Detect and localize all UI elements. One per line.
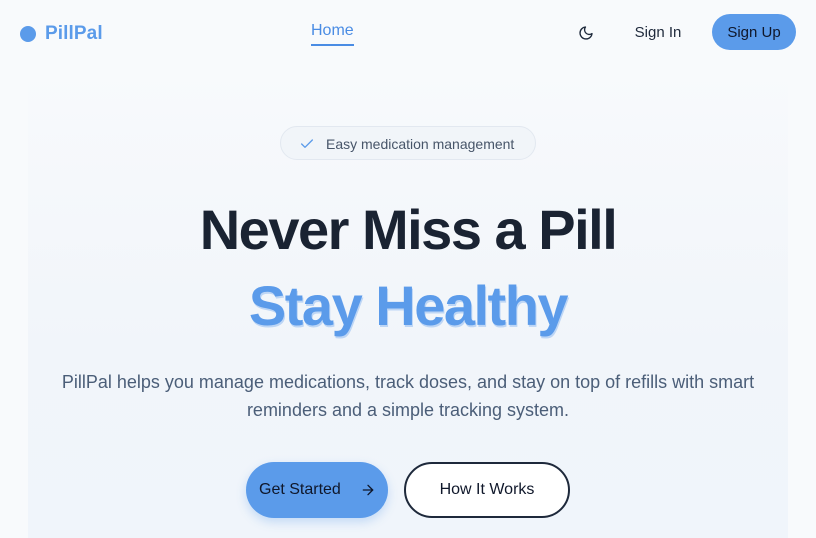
logo-dot-icon bbox=[20, 26, 36, 42]
get-started-label: Get Started bbox=[259, 481, 341, 498]
check-icon bbox=[301, 139, 313, 148]
sign-in-button[interactable]: Sign In bbox=[626, 14, 690, 50]
how-it-works-button[interactable]: How It Works bbox=[404, 462, 570, 518]
hero-headline: Never Miss a Pill bbox=[199, 198, 618, 261]
arrow-right-icon bbox=[362, 484, 374, 496]
get-started-button[interactable]: Get Started bbox=[246, 462, 388, 518]
badge-text: Easy medication management bbox=[326, 136, 515, 152]
hero-subheadline: Stay Healthy bbox=[248, 274, 569, 337]
feature-badge: Easy medication management bbox=[280, 126, 536, 160]
brand-name: PillPal bbox=[45, 23, 103, 44]
nav-home-link[interactable]: Home bbox=[311, 22, 354, 46]
hero-description: PillPal helps you manage medications, tr… bbox=[61, 372, 755, 420]
moon-icon bbox=[579, 26, 593, 40]
sign-up-button[interactable]: Sign Up bbox=[712, 14, 796, 50]
theme-toggle-button[interactable] bbox=[571, 18, 601, 48]
site-header: PillPal Home Sign In Sign Up bbox=[0, 0, 816, 64]
logo[interactable]: PillPal bbox=[20, 23, 103, 45]
